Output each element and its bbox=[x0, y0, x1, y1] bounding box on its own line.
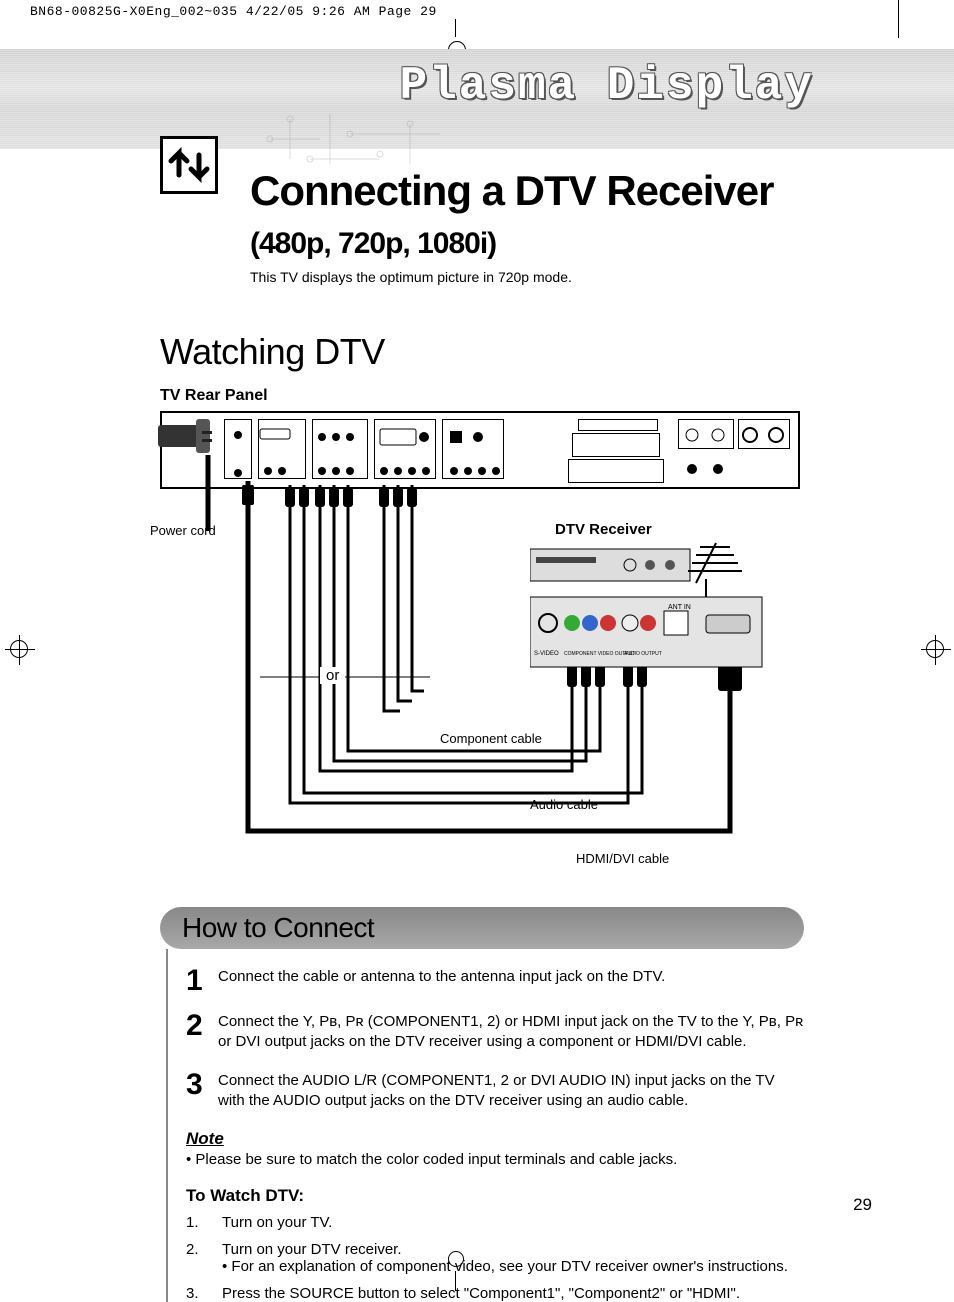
step-text: Connect the cable or antenna to the ante… bbox=[218, 967, 665, 994]
watch-item-1: 1. Turn on your TV. bbox=[186, 1214, 804, 1231]
to-watch-heading: To Watch DTV: bbox=[186, 1186, 804, 1206]
dtv-receiver-label: DTV Receiver bbox=[555, 521, 652, 538]
crop-mark-bottom bbox=[455, 1271, 456, 1291]
title-main: Connecting a DTV Receiver bbox=[250, 167, 773, 214]
registration-mark-left bbox=[10, 640, 28, 658]
steps-container: 1 Connect the cable or antenna to the an… bbox=[166, 949, 804, 1302]
component-cable-label: Component cable bbox=[440, 731, 542, 746]
how-to-connect-bar: How to Connect bbox=[160, 907, 804, 949]
plasma-display-title: Plasma Display bbox=[400, 60, 814, 112]
svg-text:AUDIO OUTPUT: AUDIO OUTPUT bbox=[624, 651, 662, 657]
watch-item-2: 2. Turn on your DTV receiver. • For an e… bbox=[186, 1241, 804, 1275]
to-watch-list: 1. Turn on your TV. 2. Turn on your DTV … bbox=[186, 1214, 804, 1302]
step-2: 2 Connect the Y, Pʙ, Pʀ (COMPONENT1, 2) … bbox=[186, 1012, 804, 1053]
list-number: 3. bbox=[186, 1285, 222, 1302]
list-number: 2. bbox=[186, 1241, 222, 1275]
list-text: Turn on your TV. bbox=[222, 1214, 332, 1231]
step-text: Connect the AUDIO L/R (COMPONENT1, 2 or … bbox=[218, 1071, 804, 1112]
circuit-decor bbox=[260, 104, 480, 174]
print-meta-line: BN68-00825G-X0Eng_002~035 4/22/05 9:26 A… bbox=[0, 0, 954, 19]
step-1: 1 Connect the cable or antenna to the an… bbox=[186, 967, 804, 994]
watch-item-3: 3. Press the SOURCE button to select "Co… bbox=[186, 1285, 804, 1302]
step-number: 1 bbox=[186, 967, 204, 994]
list-number: 1. bbox=[186, 1214, 222, 1231]
step-number: 2 bbox=[186, 1012, 204, 1053]
hdmi-cable-label: HDMI/DVI cable bbox=[576, 851, 669, 866]
dtv-receiver-diagram: ANT IN S-VIDEO COMPONENT VIDEO OUTPUT AU… bbox=[530, 537, 770, 747]
crop-circle-bottom bbox=[448, 1251, 464, 1267]
rear-panel-label: TV Rear Panel bbox=[160, 387, 804, 405]
svg-text:ANT IN: ANT IN bbox=[668, 604, 691, 611]
note-body: • Please be sure to match the color code… bbox=[186, 1151, 804, 1168]
list-text: Press the SOURCE button to select "Compo… bbox=[222, 1285, 740, 1302]
note-heading: Note bbox=[186, 1129, 804, 1149]
title-subnote: This TV displays the optimum picture in … bbox=[250, 269, 804, 285]
step-3: 3 Connect the AUDIO L/R (COMPONENT1, 2 o… bbox=[186, 1071, 804, 1112]
crop-mark-top bbox=[0, 19, 954, 49]
wiring-diagram: Power cord or DTV Receiver bbox=[160, 411, 800, 881]
registration-mark-right bbox=[926, 640, 944, 658]
svg-text:S-VIDEO: S-VIDEO bbox=[534, 651, 559, 657]
step-number: 3 bbox=[186, 1071, 204, 1112]
section-heading: Watching DTV bbox=[160, 331, 804, 373]
how-to-connect-title: How to Connect bbox=[182, 912, 374, 944]
power-cord-label: Power cord bbox=[150, 523, 216, 538]
page-title: Connecting a DTV Receiver (480p, 720p, 1… bbox=[250, 167, 804, 263]
audio-cable-label: Audio cable bbox=[530, 797, 598, 812]
page-number: 29 bbox=[853, 1195, 872, 1215]
list-text: Turn on your DTV receiver. • For an expl… bbox=[222, 1241, 788, 1275]
or-label: or bbox=[320, 667, 345, 684]
step-text: Connect the Y, Pʙ, Pʀ (COMPONENT1, 2) or… bbox=[218, 1012, 804, 1053]
title-resolutions: (480p, 720p, 1080i) bbox=[250, 227, 496, 260]
